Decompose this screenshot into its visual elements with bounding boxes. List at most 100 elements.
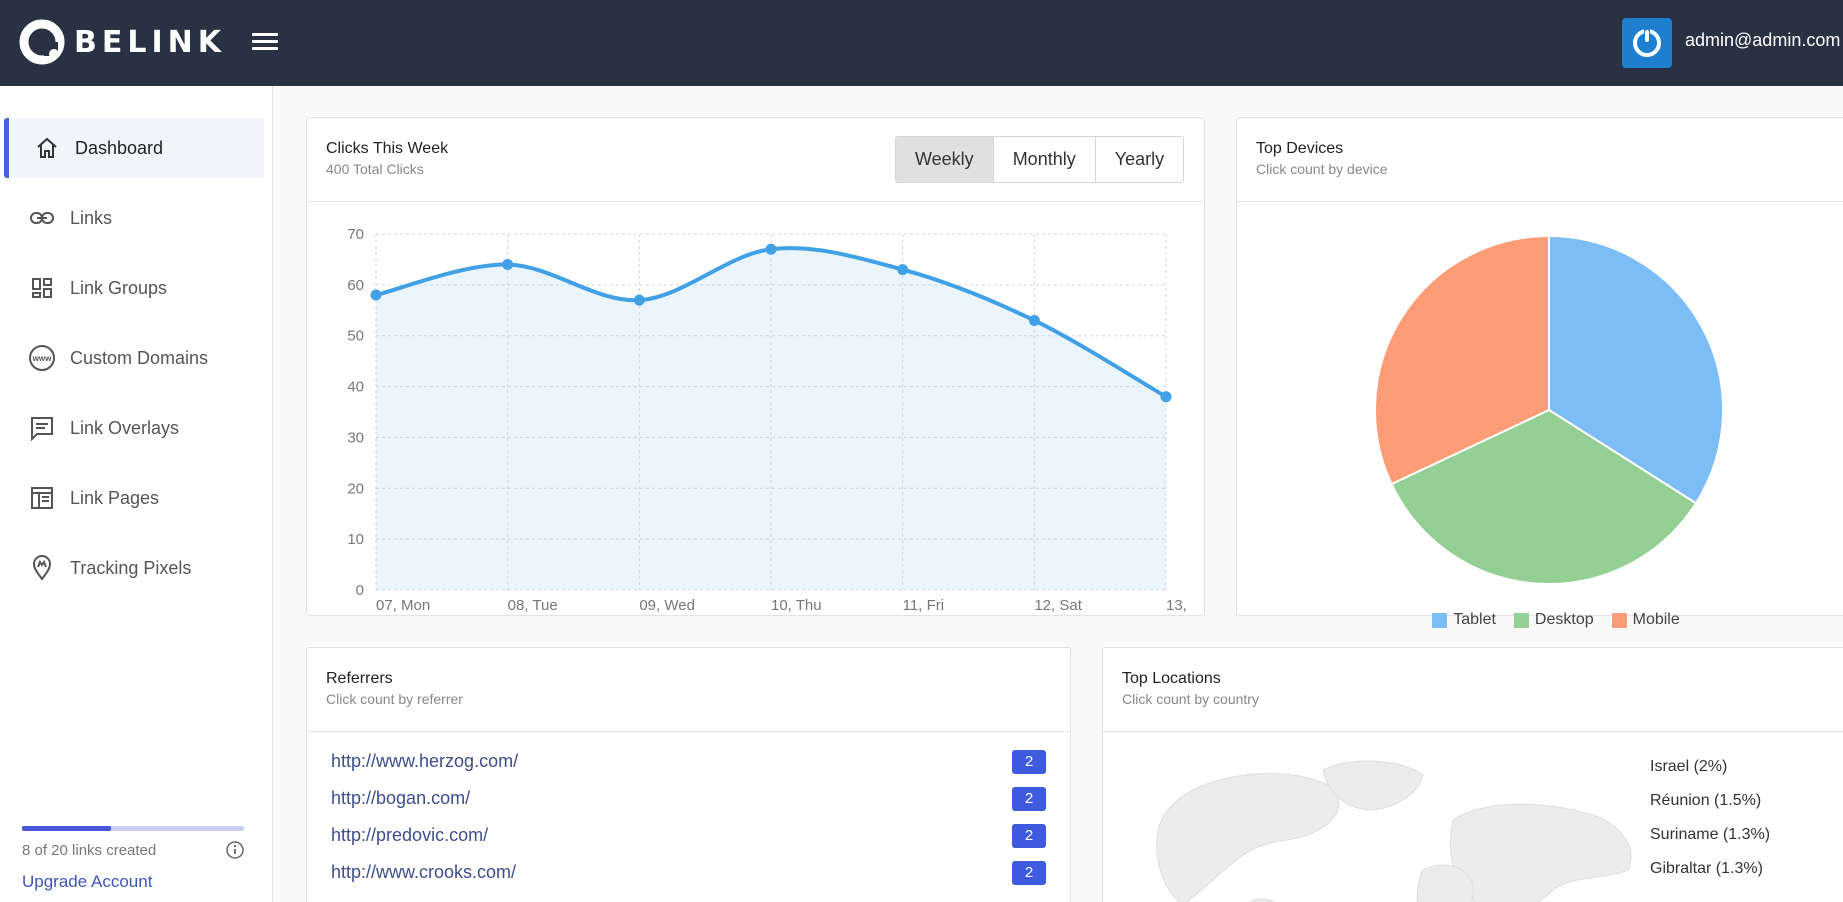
x-tick-label: 10, Thu [771, 597, 822, 614]
data-point[interactable] [633, 294, 645, 306]
card-title: Top Locations [1122, 670, 1221, 687]
sidebar-item-link-groups[interactable]: Link Groups [4, 258, 264, 318]
home-icon [33, 134, 61, 162]
y-tick-label: 10 [347, 531, 364, 548]
top-bar: BELINK admin@admin.com [0, 0, 1843, 86]
quota-text: 8 of 20 links created [22, 842, 157, 859]
period-selector: Weekly Monthly Yearly [895, 136, 1185, 183]
data-point[interactable] [765, 243, 777, 255]
y-tick-label: 60 [347, 277, 364, 294]
brand-logo[interactable]: BELINK [18, 18, 226, 66]
quota-progress-bar [22, 826, 244, 831]
count-badge: 2 [1012, 823, 1046, 848]
card-subtitle: Click count by referrer [326, 691, 463, 707]
monthly-button[interactable]: Monthly [992, 137, 1095, 182]
card-divider [1237, 201, 1843, 202]
devices-card: Top Devices Click count by device Tablet… [1236, 117, 1843, 628]
sidebar-item-custom-domains[interactable]: www Custom Domains [4, 328, 264, 388]
card-divider [1103, 731, 1843, 732]
data-point[interactable] [370, 289, 382, 301]
logo-icon [18, 18, 66, 66]
devices-pie-chart [1374, 234, 1724, 585]
world-map [1156, 760, 1632, 902]
legend-label: Desktop [1534, 611, 1594, 628]
link-icon [28, 204, 56, 232]
sidebar: Dashboard Links Link Groups www Custom D… [0, 86, 273, 902]
www-globe-icon: www [28, 344, 56, 372]
upgrade-account-link[interactable]: Upgrade Account [22, 872, 152, 892]
referrer-row: http://predovic.com/ 2 [331, 817, 1046, 854]
referrer-link[interactable]: http://www.crooks.com/ [331, 862, 516, 883]
card-subtitle: Click count by device [1256, 161, 1388, 177]
list-item: Suriname (1.3%) [1650, 826, 1771, 843]
legend-label: Tablet [1453, 611, 1496, 628]
sidebar-item-label: Link Groups [70, 277, 168, 298]
count-badge: 2 [1012, 860, 1046, 885]
y-tick-label: 30 [347, 429, 364, 446]
svg-text:www: www [32, 354, 52, 363]
y-tick-label: 40 [347, 379, 364, 396]
y-tick-label: 20 [347, 480, 364, 497]
y-tick-label: 50 [347, 328, 364, 345]
x-tick-label: 12, Sat [1034, 597, 1082, 614]
list-item: Réunion (1.5%) [1650, 792, 1762, 809]
sidebar-item-tracking-pixels[interactable]: Tracking Pixels [4, 538, 264, 598]
sidebar-item-link-overlays[interactable]: Link Overlays [4, 398, 264, 458]
locations-card: Top Locations Click count by country Isr… [1102, 647, 1843, 902]
data-point[interactable] [897, 264, 909, 276]
x-tick-label: 13,Sun [1164, 597, 1191, 616]
clicks-line-chart: 0 10 20 30 40 50 60 70 07, Mon 08, Tue 09, Wed 10, … [347, 226, 1191, 616]
referrer-row: http://www.crooks.com/ 2 [331, 854, 1046, 891]
map-pin-icon [28, 554, 56, 582]
quota-progress-fill [22, 826, 111, 831]
x-tick-label: 07, Mon [376, 597, 430, 614]
message-box-icon [28, 414, 56, 442]
card-title: Clicks This Week [326, 140, 449, 157]
sidebar-item-link-pages[interactable]: Link Pages [4, 468, 264, 528]
referrer-row: http://www.herzog.com/ 2 [331, 743, 1046, 780]
card-subtitle: 400 Total Clicks [326, 161, 424, 177]
info-icon[interactable] [225, 840, 245, 860]
sidebar-item-links[interactable]: Links [4, 188, 264, 248]
referrer-link[interactable]: http://predovic.com/ [331, 825, 488, 846]
sidebar-item-label: Links [70, 207, 113, 228]
data-point[interactable] [1028, 314, 1040, 326]
referrer-link[interactable]: http://bogan.com/ [331, 788, 470, 809]
referrers-card: Referrers Click count by referrer http:/… [306, 647, 1071, 902]
count-badge: 2 [1012, 749, 1046, 774]
card-title: Top Devices [1256, 140, 1344, 157]
brand-name: BELINK [74, 24, 226, 60]
legend-item-desktop[interactable]: Desktop [1513, 611, 1594, 629]
data-point[interactable] [502, 259, 514, 271]
legend-swatch [1432, 612, 1448, 628]
y-tick-label: 70 [347, 226, 364, 243]
card-title: Referrers [326, 670, 393, 687]
legend-label: Mobile [1632, 611, 1680, 628]
count-badge: 2 [1012, 786, 1046, 811]
hamburger-menu-icon[interactable] [252, 30, 278, 54]
sidebar-item-dashboard[interactable]: Dashboard [4, 118, 264, 178]
sidebar-item-label: Custom Domains [70, 347, 209, 368]
referrer-row: http://bogan.com/ 2 [331, 780, 1046, 817]
card-subtitle: Click count by country [1122, 691, 1259, 707]
yearly-button[interactable]: Yearly [1094, 137, 1184, 182]
referrer-link[interactable]: http://www.herzog.com/ [331, 751, 518, 772]
sidebar-item-label: Link Pages [70, 487, 160, 508]
user-email[interactable]: admin@admin.com [1685, 30, 1840, 51]
dashboard-grid-icon [28, 274, 56, 302]
sidebar-item-label: Tracking Pixels [70, 557, 192, 578]
clicks-card: Clicks This Week 400 Total Clicks Weekly… [306, 117, 1205, 616]
page-layout-icon [28, 484, 56, 512]
avatar[interactable] [1622, 18, 1672, 68]
legend-item-mobile[interactable]: Mobile [1611, 611, 1680, 629]
card-divider [307, 731, 1070, 732]
weekly-button[interactable]: Weekly [896, 137, 993, 182]
legend-swatch [1513, 612, 1529, 628]
x-tick-label: 11, Fri [903, 597, 944, 614]
y-tick-label: 0 [356, 582, 364, 599]
x-tick-label: 08, Tue [508, 597, 558, 614]
list-item: Israel (2%) [1650, 758, 1728, 775]
pie-legend: Tablet Desktop Mobile [1237, 611, 1843, 629]
data-point[interactable] [1160, 391, 1172, 403]
legend-item-tablet[interactable]: Tablet [1432, 611, 1496, 629]
